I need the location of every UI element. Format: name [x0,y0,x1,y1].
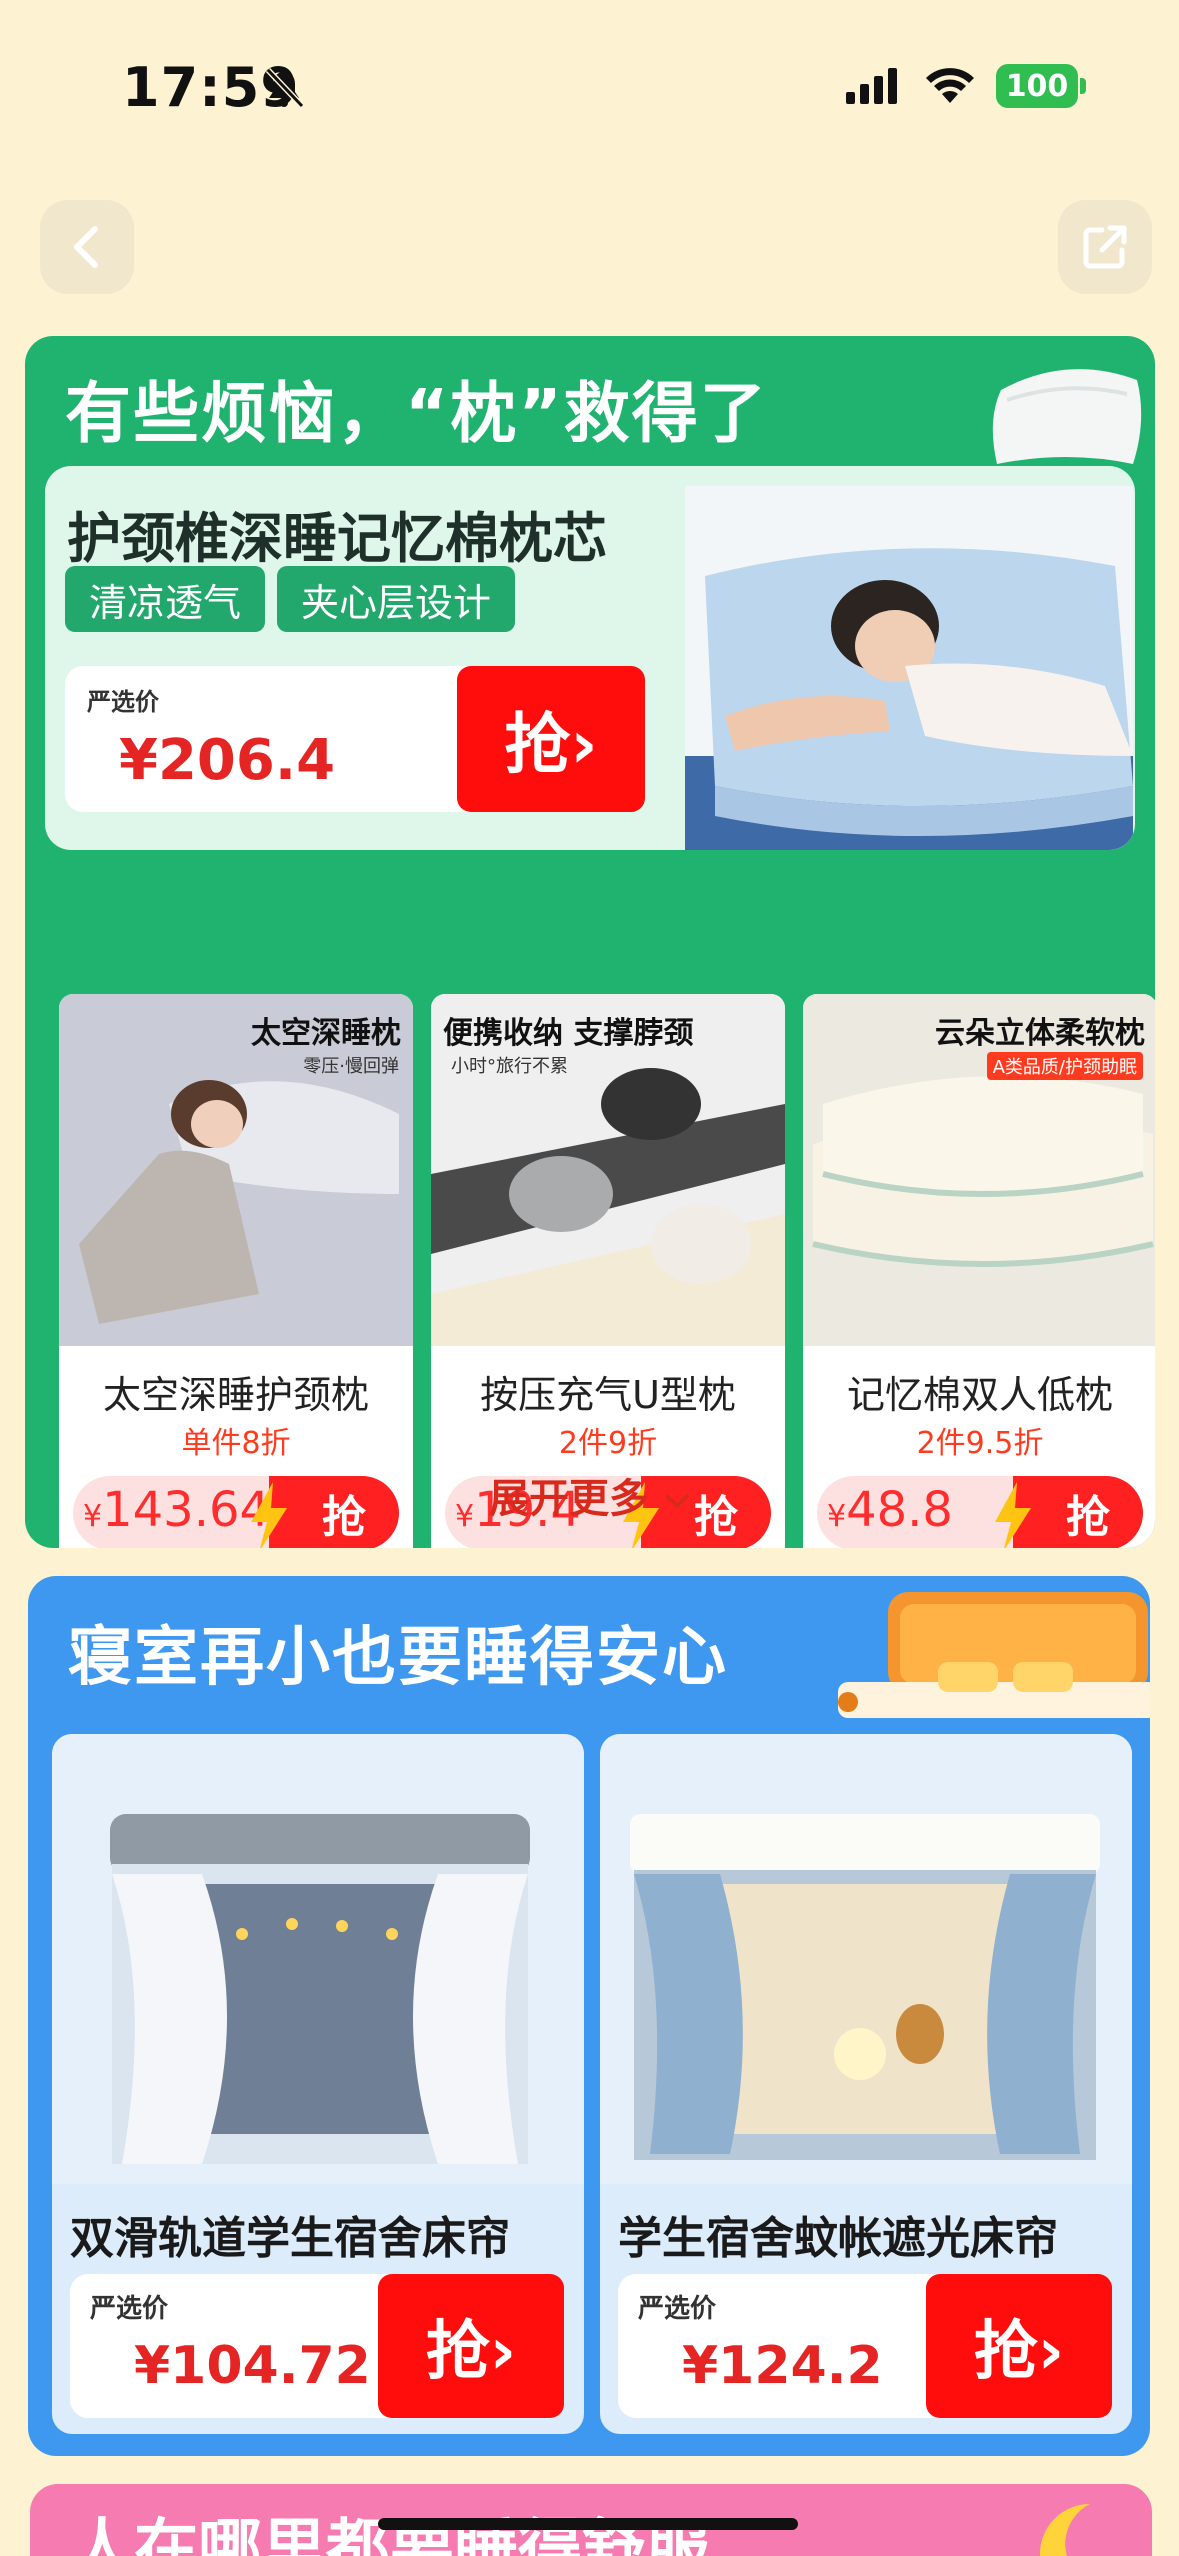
grab-button[interactable]: 抢› [378,2274,564,2418]
image-subcaption: 零压·慢回弹 [303,1056,399,1077]
dorm-section: 寝室再小也要睡得安心 双滑轨道学生宿舍床帘 严选价 ¥104.72 抢› 学生宿… [28,1576,1150,2456]
share-button[interactable] [1058,200,1152,294]
bed-illustration [838,1592,1150,1718]
feature-tag: 夹心层设计 [277,566,515,632]
chevron-left-icon [74,226,98,268]
product-card[interactable]: 双滑轨道学生宿舍床帘 严选价 ¥104.72 抢› [52,1734,584,2434]
product-name: 太空深睡护颈枕 [102,1373,369,1417]
image-caption: 太空深睡枕 [251,1016,401,1051]
moon-icon [1040,2504,1090,2556]
promo-text: 单件8折 [181,1426,291,1461]
product-image [600,1734,1132,2184]
price-value: ¥206.4 [119,728,336,793]
price-box: 严选价 ¥124.2 抢› [618,2274,1112,2418]
status-bar: 17:59 100 [0,0,1179,170]
product-image [685,486,1133,850]
feature-tag: 清凉透气 [65,566,265,632]
featured-product[interactable]: 护颈椎深睡记忆棉枕芯 清凉透气 夹心层设计 严选价 ¥206.4 抢› 太空深睡… [45,466,1155,1548]
pillow-illustration [992,369,1142,464]
bell-off-icon [265,67,305,109]
chevron-down-icon [665,1494,689,1509]
promo-text: 2件9.5折 [916,1426,1044,1461]
share-icon [1083,225,1127,269]
promo-text: 2件9折 [558,1426,658,1461]
price-value: ¥104.72 [134,2336,371,2396]
image-caption: 便携收纳 支撑脖颈 [443,1016,694,1051]
product-cards: 太空深睡枕 零压·慢回弹 太空深睡护颈枕 单件8折 ¥143.64 抢 便携收纳… [59,994,1155,1548]
grab-button[interactable]: 抢› [926,2274,1112,2418]
grab-button[interactable]: 抢› [457,666,645,812]
home-indicator[interactable] [378,2518,798,2530]
expand-more-label: 展开更多 [489,1476,650,1522]
section-title: 有些烦恼，“枕”救得了 [65,375,768,452]
pillow-section: 有些烦恼，“枕”救得了 护颈椎深睡记忆棉枕芯 清凉透气 夹心层设计 严选价 ¥2… [25,336,1155,1548]
image-subcaption: A类品质/护颈助眠 [986,1052,1143,1080]
product-card[interactable]: 学生宿舍蚊帐遮光床帘 严选价 ¥124.2 抢› [600,1734,1132,2434]
price-label: 严选价 [90,2294,169,2324]
price-box: 严选价 ¥206.4 抢› [65,666,645,812]
price-label: 严选价 [87,688,159,716]
battery-cap [1080,78,1086,94]
signal-icon [846,68,897,104]
price-value: ¥124.2 [682,2336,883,2396]
price-box: 严选价 ¥104.72 抢› [70,2274,564,2418]
price-label: 严选价 [638,2294,717,2324]
expand-more-button[interactable]: 展开更多 [25,1466,1155,1524]
featured-card[interactable]: 护颈椎深睡记忆棉枕芯 清凉透气 夹心层设计 严选价 ¥206.4 抢› [45,466,1135,850]
product-name: 学生宿舍蚊帐遮光床帘 [618,2213,1058,2264]
image-subcaption: 小时°旅行不累 [451,1056,568,1077]
product-image [52,1734,584,2184]
battery-indicator: 100 [996,64,1078,108]
wifi-icon [926,68,974,103]
product-card[interactable]: 便携收纳 支撑脖颈 小时°旅行不累 按压充气U型枕 2件9折 ¥19.4 抢 [431,994,785,1548]
image-caption: 云朵立体柔软枕 [935,1016,1145,1051]
product-name: 按压充气U型枕 [480,1373,736,1417]
product-name: 记忆棉双人低枕 [846,1373,1113,1417]
product-card[interactable]: 云朵立体柔软枕 A类品质/护颈助眠 记忆棉双人低枕 2件9.5折 ¥48.8 抢 [803,994,1155,1548]
product-name: 护颈椎深睡记忆棉枕芯 [67,507,607,570]
section-title: 寝室再小也要睡得安心 [68,1621,728,1695]
product-name: 双滑轨道学生宿舍床帘 [70,2213,510,2264]
product-card[interactable]: 太空深睡枕 零压·慢回弹 太空深睡护颈枕 单件8折 ¥143.64 抢 [59,994,413,1548]
back-button[interactable] [40,200,134,294]
